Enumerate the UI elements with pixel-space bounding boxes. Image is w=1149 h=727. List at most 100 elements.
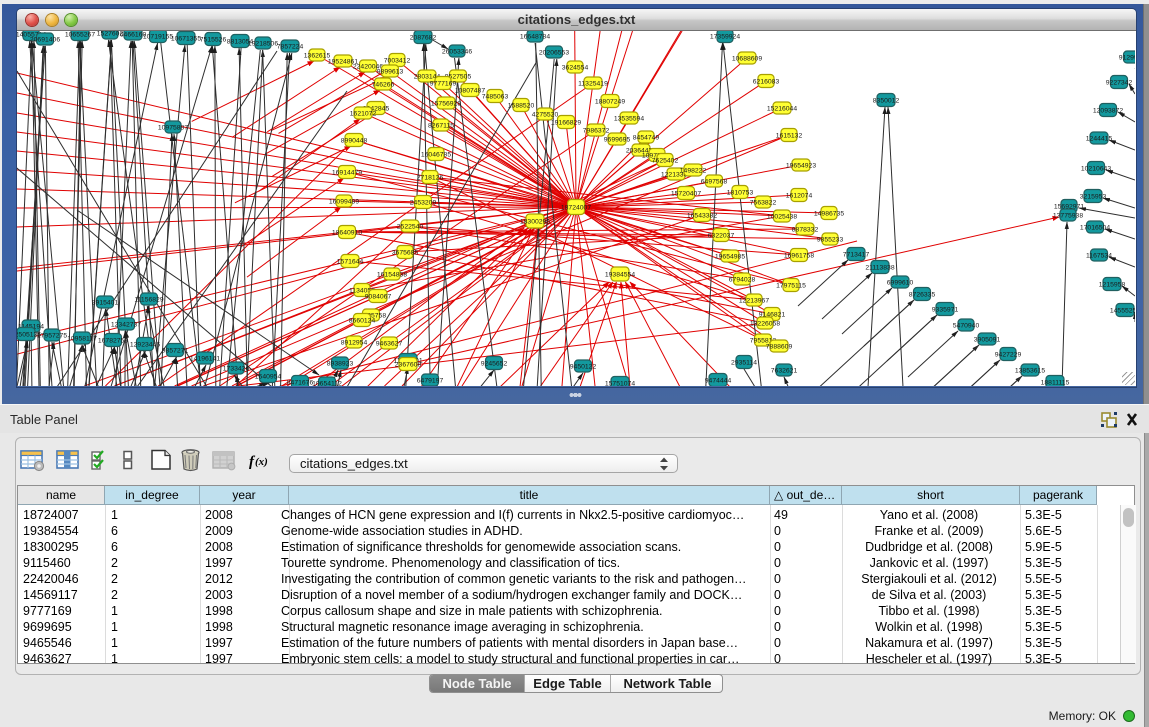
- svg-text:10654112: 10654112: [312, 380, 342, 386]
- svg-text:1588520: 1588520: [508, 102, 535, 109]
- svg-text:20691406: 20691406: [30, 36, 60, 43]
- svg-text:1362615: 1362615: [304, 52, 331, 59]
- svg-text:4275520: 4275520: [532, 111, 559, 118]
- svg-text:9777169: 9777169: [430, 80, 457, 87]
- svg-text:9335971: 9335971: [932, 306, 959, 313]
- svg-text:16782759: 16782759: [98, 337, 128, 344]
- svg-text:2718126: 2718126: [417, 174, 444, 181]
- svg-text:9450122: 9450122: [570, 363, 597, 370]
- svg-text:9899613: 9899613: [377, 68, 404, 75]
- svg-text:16543382: 16543382: [687, 212, 717, 219]
- svg-text:1733426: 1733426: [223, 365, 250, 372]
- svg-text:10958117: 10958117: [67, 335, 97, 342]
- svg-text:13853615: 13853615: [1015, 367, 1045, 374]
- svg-text:9245652: 9245652: [481, 360, 508, 367]
- svg-text:1215958: 1215958: [1099, 281, 1126, 288]
- svg-text:16154838: 16154838: [377, 271, 407, 278]
- svg-text:1571644: 1571644: [337, 258, 364, 265]
- svg-text:9427229: 9427229: [995, 351, 1022, 358]
- svg-text:9084067: 9084067: [365, 293, 392, 300]
- svg-text:8726335: 8726335: [909, 291, 936, 298]
- svg-text:7563822: 7563822: [750, 199, 777, 206]
- svg-text:10655267: 10655267: [65, 31, 95, 38]
- svg-text:11325419: 11325419: [578, 80, 608, 87]
- svg-text:17359924: 17359924: [710, 33, 740, 40]
- svg-text:14196141: 14196141: [190, 355, 220, 362]
- svg-text:1498222: 1498222: [680, 167, 707, 174]
- svg-text:15216044: 15216044: [767, 105, 797, 112]
- svg-text:10719155: 10719155: [143, 33, 173, 40]
- svg-text:2367608: 2367608: [395, 361, 422, 368]
- svg-text:18300295: 18300295: [520, 218, 550, 225]
- svg-text:2087682: 2087682: [410, 34, 437, 41]
- svg-text:15751074: 15751074: [605, 380, 635, 386]
- svg-text:11156829: 11156829: [134, 296, 163, 303]
- svg-text:13775938: 13775938: [1053, 212, 1083, 219]
- svg-text:8267115: 8267115: [428, 122, 454, 129]
- svg-text:3624554: 3624554: [562, 64, 589, 71]
- svg-text:2935114: 2935114: [731, 359, 757, 366]
- svg-text:10807487: 10807487: [455, 87, 485, 94]
- svg-text:9474444: 9474444: [705, 377, 732, 384]
- svg-text:18640910: 18640910: [332, 229, 362, 236]
- svg-text:7003412: 7003412: [384, 57, 411, 64]
- svg-text:10975887: 10975887: [158, 124, 188, 131]
- svg-text:10025438: 10025438: [767, 213, 797, 220]
- svg-text:6794028: 6794028: [729, 276, 756, 283]
- svg-text:2522540: 2522540: [397, 223, 424, 230]
- svg-text:7857224: 7857224: [277, 43, 304, 50]
- svg-text:6322037: 6322037: [708, 232, 735, 239]
- svg-text:18724007: 18724007: [561, 204, 591, 211]
- svg-text:16648784: 16648784: [520, 33, 550, 40]
- svg-text:19654923: 19654923: [786, 162, 816, 169]
- svg-text:7888609: 7888609: [766, 343, 793, 350]
- svg-text:16961758: 16961758: [784, 252, 814, 259]
- svg-text:20206553: 20206553: [539, 49, 569, 56]
- svg-text:19384554: 19384554: [605, 271, 635, 278]
- svg-text:8454749: 8454749: [633, 134, 660, 141]
- svg-text:9227342: 9227342: [1106, 79, 1133, 86]
- svg-text:17016504: 17016504: [1080, 224, 1110, 231]
- svg-text:17975115: 17975115: [776, 282, 806, 289]
- svg-text:7515526: 7515526: [200, 36, 227, 43]
- svg-text:10671355: 10671355: [171, 35, 201, 42]
- svg-text:3905091: 3905091: [974, 336, 1001, 343]
- svg-text:14986735: 14986735: [814, 210, 844, 217]
- svg-text:26053346: 26053346: [442, 48, 472, 55]
- svg-text:16914479: 16914479: [332, 169, 362, 176]
- svg-text:1244415: 1244415: [1086, 135, 1113, 142]
- svg-text:1612074: 1612074: [786, 192, 813, 199]
- svg-text:14555254: 14555254: [1110, 307, 1135, 314]
- svg-text:8878332: 8878332: [792, 226, 819, 233]
- svg-text:1615132: 1615132: [776, 132, 803, 139]
- svg-text:7485063: 7485063: [482, 93, 509, 100]
- svg-text:9129966: 9129966: [1119, 54, 1135, 61]
- svg-text:2453209: 2453209: [410, 199, 437, 206]
- svg-text:3915401: 3915401: [92, 299, 119, 306]
- svg-text:13535594: 13535594: [614, 115, 644, 122]
- svg-text:3215953: 3215953: [1080, 193, 1107, 200]
- svg-text:1621072: 1621072: [350, 110, 377, 117]
- svg-text:9463627: 9463627: [376, 340, 403, 347]
- svg-text:16099489: 16099489: [329, 198, 359, 205]
- svg-text:9699695: 9699695: [604, 136, 631, 143]
- svg-text:12923446: 12923446: [130, 341, 160, 348]
- svg-text:21113838: 21113838: [865, 264, 894, 271]
- svg-text:16046785: 16046785: [421, 151, 451, 158]
- svg-text:12342737: 12342737: [111, 321, 141, 328]
- svg-text:8471676: 8471676: [287, 379, 314, 386]
- svg-text:8660124: 8660124: [349, 317, 376, 324]
- svg-text:12093872: 12093872: [1093, 107, 1123, 114]
- svg-text:8350012: 8350012: [873, 97, 900, 104]
- svg-text:8912954: 8912954: [341, 339, 368, 346]
- svg-text:7986372: 7986372: [583, 127, 610, 134]
- svg-text:1167534: 1167534: [1086, 252, 1112, 259]
- svg-text:746266: 746266: [372, 81, 395, 88]
- svg-text:19654985: 19654985: [715, 253, 745, 260]
- svg-text:13226058: 13226058: [750, 320, 780, 327]
- svg-text:1810753: 1810753: [727, 189, 754, 196]
- svg-text:6479197: 6479197: [417, 377, 444, 384]
- svg-text:10210643: 10210643: [1081, 165, 1111, 172]
- svg-text:8990448: 8990448: [341, 137, 368, 144]
- svg-text:7632621: 7632621: [771, 367, 798, 374]
